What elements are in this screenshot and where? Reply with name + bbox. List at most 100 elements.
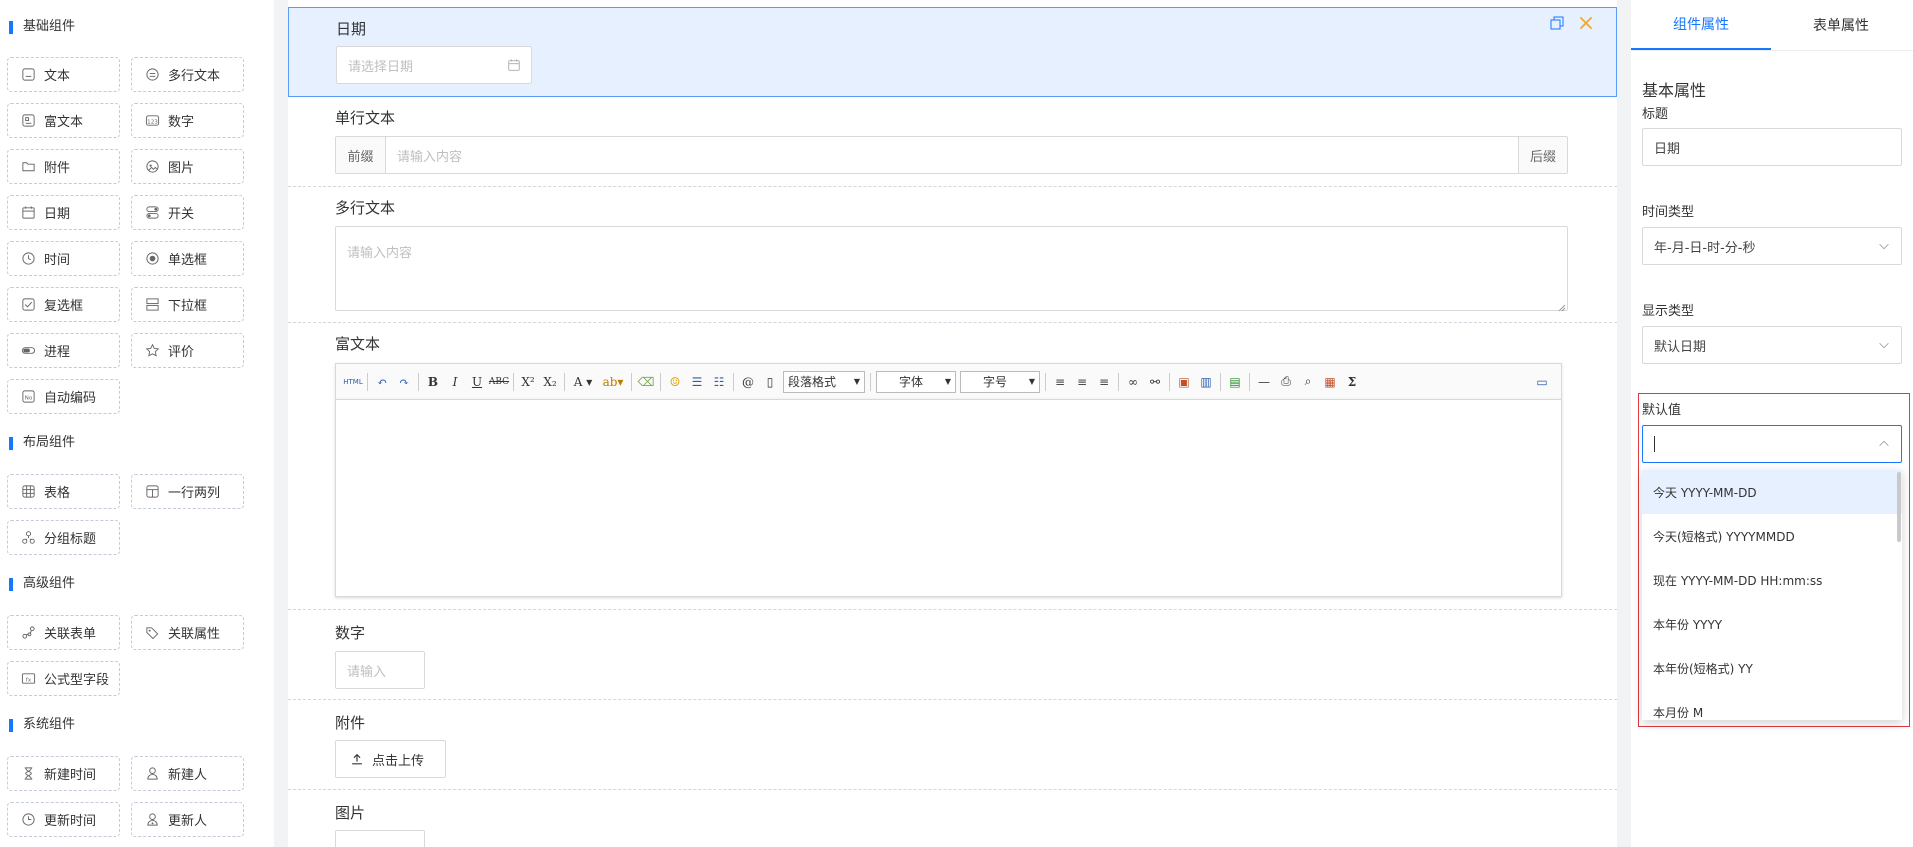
ordered-list-icon[interactable]: ☰ — [686, 371, 708, 393]
insert-video-icon[interactable]: ▥ — [1195, 371, 1217, 393]
font-family-select[interactable]: 字体 ▼ — [876, 370, 956, 393]
tab-component-properties[interactable]: 组件属性 — [1631, 0, 1771, 50]
palette-item-label: 表格 — [44, 486, 71, 501]
paragraph-format-select[interactable]: 段落格式 ▼ — [783, 370, 865, 393]
font-size-label: 字号 — [983, 375, 1008, 389]
field-label: 多行文本 — [335, 199, 396, 217]
paste-icon[interactable]: ▦ — [1319, 371, 1341, 393]
dropdown-option[interactable]: 现在 YYYY-MM-DD HH:mm:ss — [1642, 558, 1902, 602]
palette-item-table[interactable]: 表格 — [7, 474, 120, 509]
emoji-icon[interactable]: ☺ — [664, 371, 686, 393]
unordered-list-icon[interactable]: ☷ — [708, 371, 730, 393]
palette-item-richtext[interactable]: 富文本 — [7, 103, 120, 138]
align-right-icon[interactable]: ≡ — [1093, 371, 1115, 393]
palette-item-group-title[interactable]: 分组标题 — [7, 520, 120, 555]
strikethrough-icon[interactable]: ABC — [488, 371, 510, 393]
display-type-select[interactable]: 默认日期 — [1642, 326, 1902, 364]
palette-item-updater[interactable]: 更新人 — [131, 802, 244, 837]
canvas-field-single-text[interactable]: 单行文本 前缀 请输入内容 后缀 — [288, 97, 1617, 187]
align-left-icon[interactable]: ≡ — [1049, 371, 1071, 393]
superscript-icon[interactable]: X² — [517, 371, 539, 393]
palette-item-autocode[interactable]: No 自动编码 — [7, 379, 120, 414]
link-icon[interactable]: ∞ — [1122, 371, 1144, 393]
dropdown-option[interactable]: 本月份 M — [1642, 690, 1902, 720]
font-family-label: 字体 — [899, 375, 924, 389]
dropdown-option[interactable]: 今天 YYYY-MM-DD — [1642, 470, 1902, 514]
palette-item-time[interactable]: 时间 — [7, 241, 120, 276]
palette-item-label: 复选框 — [44, 299, 84, 314]
palette-item-number[interactable]: 123 数字 — [131, 103, 244, 138]
anchor-icon[interactable]: @ — [737, 371, 759, 393]
palette-item-date[interactable]: 日期 — [7, 195, 120, 230]
title-label: 标题 — [1642, 107, 1669, 122]
eraser-icon[interactable]: ⌫ — [635, 371, 657, 393]
image-upload-box[interactable] — [335, 830, 425, 847]
close-icon[interactable] — [1577, 14, 1595, 32]
palette-item-link-attr[interactable]: 关联属性 — [131, 615, 244, 650]
date-picker-input[interactable]: 请选择日期 — [336, 46, 532, 84]
palette-item-rating[interactable]: 评价 — [131, 333, 244, 368]
insert-chart-icon[interactable]: ▤ — [1224, 371, 1246, 393]
palette-item-image[interactable]: 图片 — [131, 149, 244, 184]
palette-item-creator[interactable]: 新建人 — [131, 756, 244, 791]
subscript-icon[interactable]: X₂ — [539, 371, 561, 393]
dropdown-option[interactable]: 本年份 YYYY — [1642, 602, 1902, 646]
palette-item-checkbox[interactable]: 复选框 — [7, 287, 120, 322]
default-value-select[interactable] — [1642, 425, 1902, 463]
align-center-icon[interactable]: ≡ — [1071, 371, 1093, 393]
title-input[interactable]: 日期 — [1642, 128, 1902, 166]
palette-item-attachment[interactable]: 附件 — [7, 149, 120, 184]
palette-item-select[interactable]: 下拉框 — [131, 287, 244, 322]
redo-icon[interactable]: ↷ — [393, 371, 415, 393]
resize-handle-icon[interactable] — [1558, 301, 1566, 312]
dropdown-scrollbar[interactable] — [1897, 472, 1901, 542]
rich-text-editor-body[interactable] — [335, 399, 1562, 597]
upload-button-label: 点击上传 — [372, 753, 425, 769]
italic-icon[interactable]: I — [444, 371, 466, 393]
upload-icon — [350, 752, 364, 766]
undo-icon[interactable]: ↶ — [371, 371, 393, 393]
bold-icon[interactable]: B — [422, 371, 444, 393]
number-input[interactable]: 请输入 — [335, 651, 425, 689]
canvas-field-number[interactable]: 数字 请输入 — [288, 610, 1617, 700]
font-size-select[interactable]: 字号 ▼ — [960, 370, 1040, 393]
underline-icon[interactable]: U — [466, 371, 488, 393]
canvas-field-rich-text[interactable]: 富文本 HTML ↶ ↷ B I U ABC X² X₂ A ▾ ab▾ ⌫ ☺… — [288, 323, 1617, 610]
sigma-icon[interactable]: Σ — [1341, 371, 1363, 393]
dropdown-option[interactable]: 本年份(短格式) YY — [1642, 646, 1902, 690]
highlight-icon[interactable]: ab▾ — [598, 371, 628, 393]
palette-item-progress[interactable]: 进程 — [7, 333, 120, 368]
canvas-field-attachment[interactable]: 附件 点击上传 — [288, 700, 1617, 790]
dropdown-option[interactable]: 今天(短格式) YYYYMMDD — [1642, 514, 1902, 558]
page-icon[interactable]: ▯ — [759, 371, 781, 393]
palette-item-two-columns[interactable]: 一行两列 — [131, 474, 244, 509]
single-text-input[interactable]: 请输入内容 — [385, 136, 1519, 174]
palette-item-created-time[interactable]: 新建时间 — [7, 756, 120, 791]
palette-item-updated-time[interactable]: 更新时间 — [7, 802, 120, 837]
multi-text-textarea[interactable]: 请输入内容 — [335, 226, 1568, 312]
horizontal-rule-icon[interactable]: — — [1253, 371, 1275, 393]
canvas-field-multi-text[interactable]: 多行文本 请输入内容 — [288, 187, 1617, 323]
unlink-icon[interactable]: ⚯ — [1144, 371, 1166, 393]
print-icon[interactable]: ⎙ — [1275, 371, 1297, 393]
palette-item-switch[interactable]: 开关 — [131, 195, 244, 230]
fullscreen-icon[interactable]: ▭ — [1531, 371, 1553, 393]
palette-item-formula[interactable]: fx 公式型字段 — [7, 661, 120, 696]
insert-image-icon[interactable]: ▣ — [1173, 371, 1195, 393]
palette-item-link-form[interactable]: 关联表单 — [7, 615, 120, 650]
canvas-field-date[interactable]: 日期 请选择日期 — [288, 7, 1617, 97]
palette-item-textarea[interactable]: 多行文本 — [131, 57, 244, 92]
palette-item-text[interactable]: 文本 — [7, 57, 120, 92]
palette-item-radio[interactable]: 单选框 — [131, 241, 244, 276]
canvas-field-image[interactable]: 图片 — [288, 790, 1617, 847]
html-source-button[interactable]: HTML — [342, 371, 364, 393]
palette-item-label: 数字 — [168, 115, 195, 130]
preview-icon[interactable]: ⌕ — [1297, 371, 1319, 393]
tab-form-properties[interactable]: 表单属性 — [1771, 0, 1911, 50]
font-color-icon[interactable]: A ▾ — [568, 371, 598, 393]
chevron-up-icon — [1877, 437, 1891, 451]
time-type-select[interactable]: 年-月-日-时-分-秒 — [1642, 227, 1902, 265]
upload-button[interactable]: 点击上传 — [335, 740, 446, 778]
copy-icon[interactable] — [1549, 15, 1565, 31]
clock-icon — [20, 251, 36, 267]
